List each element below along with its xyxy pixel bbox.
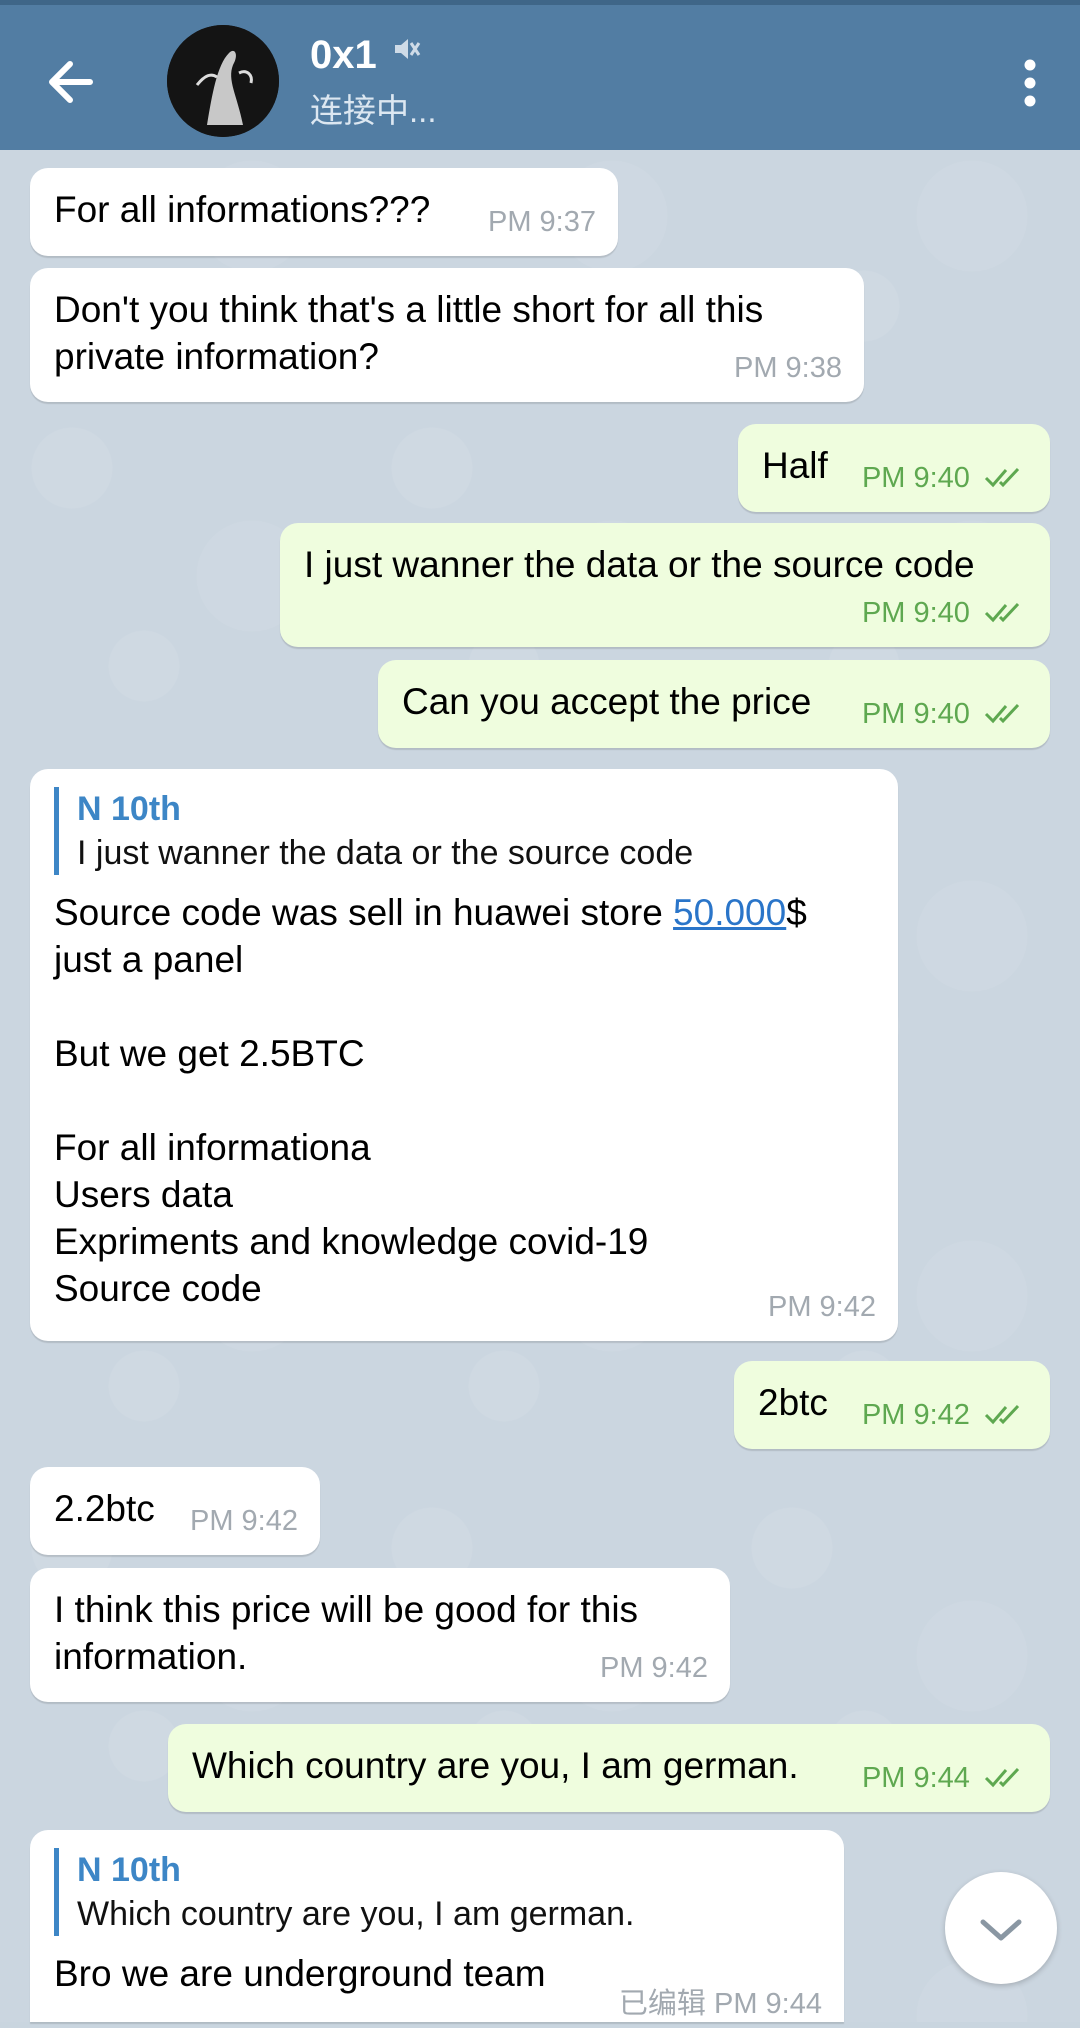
double-check-icon bbox=[984, 1767, 1020, 1788]
message-time: PM 9:42 bbox=[768, 1291, 876, 1323]
message-bubble-out[interactable]: Can you accept the price PM 9:40 bbox=[378, 660, 1050, 748]
back-arrow-icon[interactable] bbox=[40, 50, 104, 114]
reply-preview[interactable]: N 10th Which country are you, I am germa… bbox=[54, 1848, 820, 1936]
message-meta: PM 9:40 bbox=[862, 691, 1028, 738]
message-bubble-in[interactable]: 2.2btc PM 9:42 bbox=[30, 1467, 320, 1555]
reply-text: Which country are you, I am german. bbox=[77, 1895, 635, 1933]
message-time: PM 9:44 bbox=[861, 1762, 970, 1794]
message-bubble-in[interactable]: For all informations??? PM 9:37 bbox=[30, 168, 618, 256]
message-time: PM 9:44 bbox=[714, 1988, 822, 2020]
avatar[interactable] bbox=[167, 25, 279, 137]
muted-speaker-icon bbox=[391, 34, 421, 64]
message-bubble-out[interactable]: Which country are you, I am german. PM 9… bbox=[168, 1724, 1050, 1812]
message-meta: PM 9:40 bbox=[862, 455, 1028, 502]
message-text: Source code was sell in huawei store 50.… bbox=[54, 889, 874, 1312]
reply-text: I just wanner the data or the source cod… bbox=[77, 834, 694, 872]
message-meta: PM 9:40 bbox=[862, 590, 1028, 637]
scroll-to-bottom-button[interactable] bbox=[945, 1872, 1057, 1984]
message-text-part: Source code was sell in huawei store bbox=[54, 892, 674, 933]
message-bubble-out[interactable]: I just wanner the data or the source cod… bbox=[280, 523, 1050, 647]
message-time: PM 9:40 bbox=[861, 462, 970, 494]
message-time: PM 9:40 bbox=[861, 597, 970, 629]
message-text: I just wanner the data or the source cod… bbox=[304, 544, 975, 585]
reply-author: N 10th bbox=[77, 790, 181, 828]
connection-status: 连接中... bbox=[310, 92, 437, 129]
message-time: PM 9:42 bbox=[600, 1652, 708, 1684]
chat-title-area[interactable]: 0x1 连接中... bbox=[310, 33, 437, 132]
message-time: PM 9:42 bbox=[861, 1399, 970, 1431]
message-meta: PM 9:42 bbox=[862, 1392, 1028, 1439]
message-meta: PM 9:44 bbox=[862, 1755, 1028, 1802]
chat-header: 0x1 连接中... bbox=[0, 0, 1080, 150]
message-text: 2btc bbox=[758, 1382, 828, 1423]
double-check-icon bbox=[984, 703, 1020, 724]
reply-preview[interactable]: N 10th I just wanner the data or the sou… bbox=[54, 787, 874, 875]
double-check-icon bbox=[984, 467, 1020, 488]
message-text: Can you accept the price bbox=[402, 681, 812, 722]
message-text: Which country are you, I am german. bbox=[192, 1745, 799, 1786]
message-text: Half bbox=[762, 445, 828, 486]
message-link[interactable]: 50.000 bbox=[673, 892, 786, 933]
message-time: PM 9:42 bbox=[190, 1505, 298, 1537]
message-bubble-out[interactable]: Half PM 9:40 bbox=[738, 424, 1050, 512]
reply-author: N 10th bbox=[77, 1851, 181, 1889]
message-time: PM 9:40 bbox=[861, 698, 970, 730]
message-bubble-out[interactable]: 2btc PM 9:42 bbox=[734, 1361, 1050, 1449]
message-bubble-in-reply[interactable]: N 10th Which country are you, I am germa… bbox=[30, 1830, 844, 2022]
message-text: For all informations??? bbox=[54, 189, 431, 230]
chevron-down-icon bbox=[980, 1919, 1022, 1941]
more-vert-icon[interactable] bbox=[1010, 55, 1050, 111]
message-time: PM 9:38 bbox=[734, 352, 842, 384]
double-check-icon bbox=[984, 602, 1020, 623]
message-time: PM 9:37 bbox=[488, 206, 596, 238]
message-meta: 已编辑 PM 9:44 bbox=[619, 1981, 822, 2028]
message-text-part: $ just a panel But we get 2.5BTC For all… bbox=[54, 892, 807, 1309]
edited-label: 已编辑 bbox=[618, 1988, 706, 2020]
chat-name: 0x1 bbox=[310, 33, 377, 77]
message-bubble-in[interactable]: I think this price will be good for this… bbox=[30, 1568, 730, 1702]
message-text: Don't you think that's a little short fo… bbox=[54, 289, 764, 377]
message-bubble-in[interactable]: Don't you think that's a little short fo… bbox=[30, 268, 864, 402]
message-text: 2.2btc bbox=[54, 1488, 155, 1529]
message-bubble-in-reply[interactable]: N 10th I just wanner the data or the sou… bbox=[30, 769, 898, 1341]
double-check-icon bbox=[984, 1404, 1020, 1425]
